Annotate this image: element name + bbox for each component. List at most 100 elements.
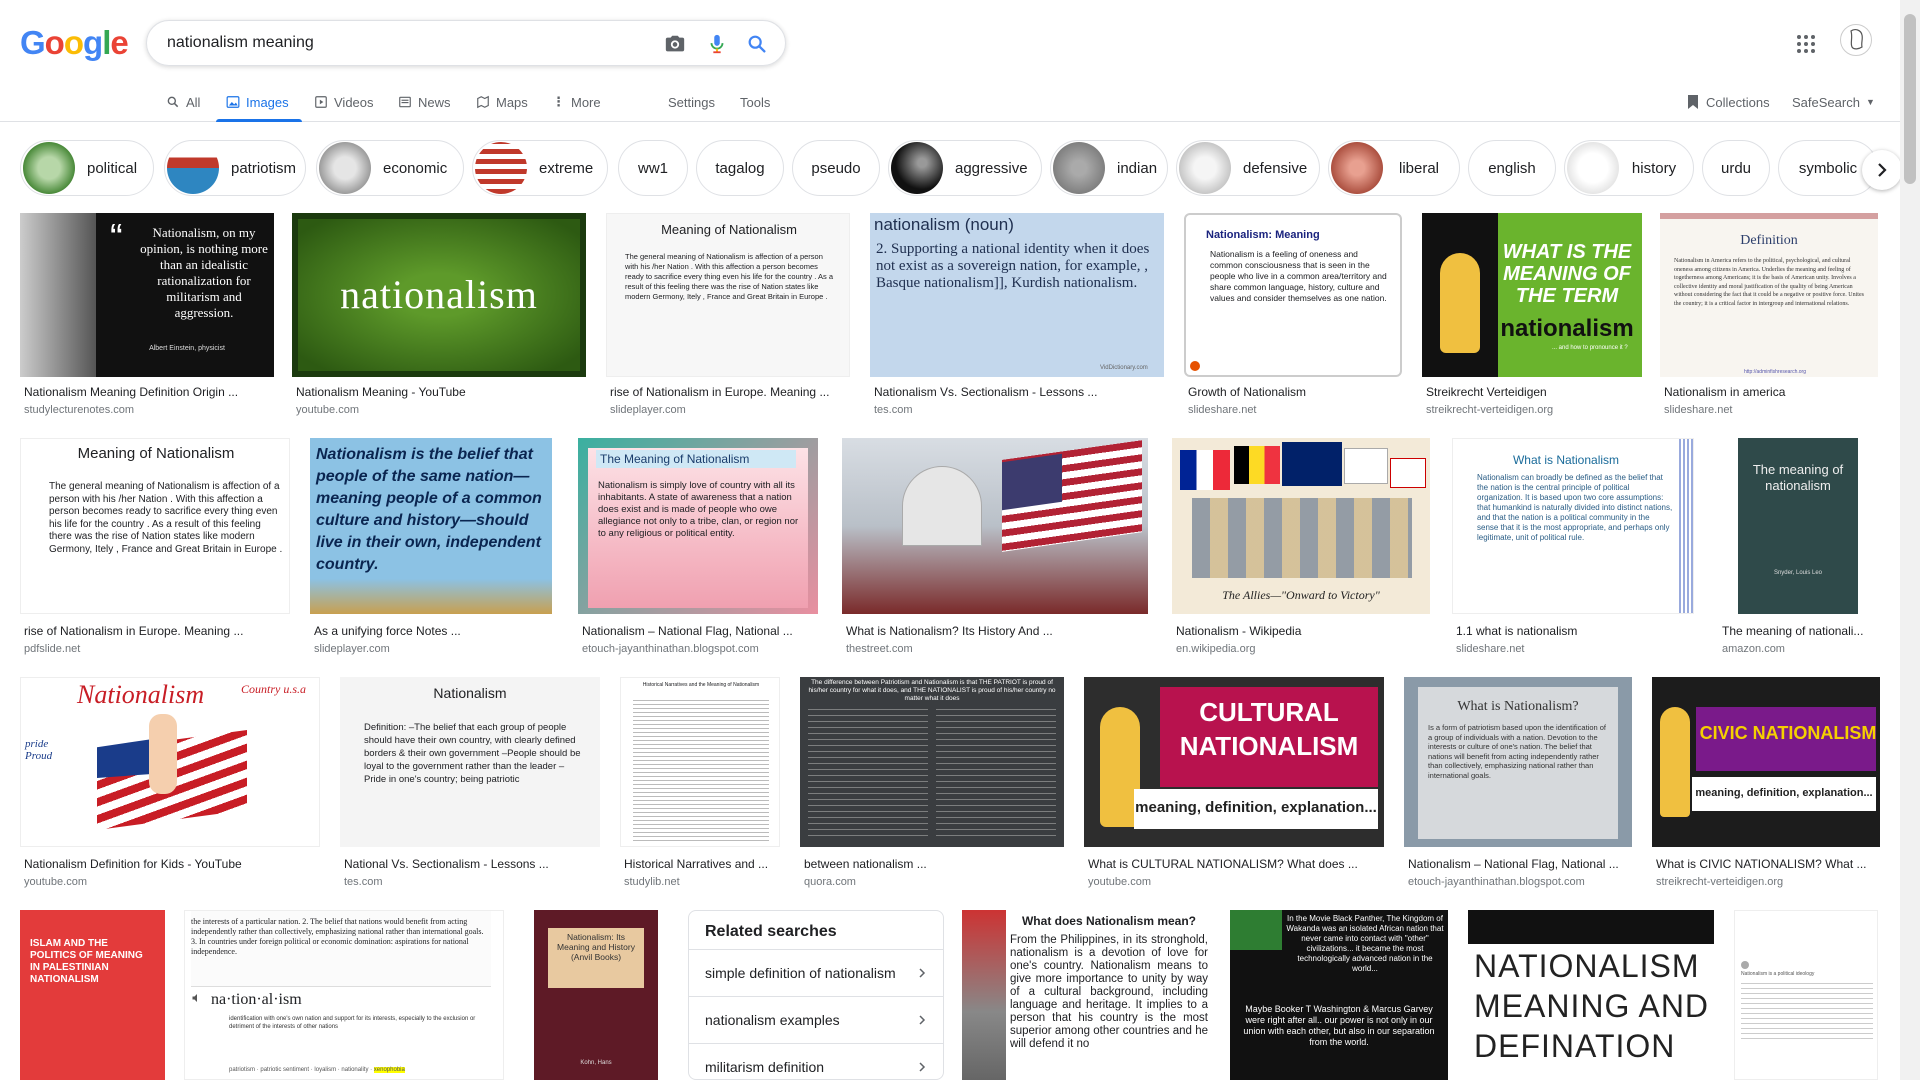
dot-icon [1190,361,1200,371]
result-thumbnail: Meaning of Nationalism The general meani… [606,213,850,377]
result-thumbnail: The meaning of nationalism Snyder, Louis… [1718,438,1878,614]
result-thumbnail: Nationalism: Its Meaning and History (An… [534,910,658,1080]
cartoon-figure [1440,253,1480,353]
image-result[interactable]: What does Nationalism mean? From the Phi… [962,910,1212,1080]
chip-extreme[interactable]: extreme [472,140,608,196]
tools-link[interactable]: Tools [740,90,770,114]
chip-liberal[interactable]: liberal [1328,140,1460,196]
scrollbar-thumb[interactable] [1904,14,1916,184]
chip-urdu[interactable]: urdu [1702,140,1770,196]
image-result[interactable]: The difference between Patriotism and Na… [800,677,1064,893]
image-result[interactable]: WHAT IS THE MEANING OF THE TERM national… [1422,213,1642,423]
result-thumbnail: Nationalism Definition: –The belief that… [340,677,600,847]
related-search-item[interactable]: simple definition of nationalism [689,949,943,996]
apps-grid-icon[interactable] [1794,32,1818,56]
image-result[interactable]: NATIONALISM MEANING AND DEFINATION [1468,910,1714,1080]
chip-thumbnail [475,142,527,194]
chip-aggressive[interactable]: aggressive [888,140,1042,196]
chip-defensive[interactable]: defensive [1176,140,1320,196]
result-thumbnail: Nationalism is the belief that people of… [310,438,552,614]
search-input[interactable] [167,32,627,54]
tab-all[interactable]: All [166,90,200,114]
chip-history[interactable]: history [1564,140,1694,196]
camera-icon[interactable] [663,32,687,56]
image-result[interactable]: Meaning of Nationalism The general meani… [20,438,290,660]
result-thumbnail [842,438,1148,614]
image-result[interactable]: Nationalism Definition: –The belief that… [340,677,600,893]
safesearch-dropdown[interactable]: SafeSearch ▼ [1792,90,1875,114]
chip-pseudo[interactable]: pseudo [792,140,880,196]
search-icon[interactable] [745,32,769,56]
active-tab-indicator [216,119,302,122]
chip-political[interactable]: political [20,140,154,196]
header: Google All Images Videos [0,0,1900,122]
result-thumbnail: The Meaning of Nationalism Nationalism i… [578,438,818,614]
chip-patriotism[interactable]: patriotism [164,140,306,196]
image-result[interactable]: nationalism (noun) 2. Supporting a natio… [870,213,1164,423]
flag-pole-image [962,910,1006,1080]
result-thumbnail: Meaning of Nationalism The general meani… [20,438,290,614]
chip-thumbnail [319,142,371,194]
chip-thumbnail [1053,142,1105,194]
search-tabs: All Images Videos News Maps ⋮ More Setti… [0,82,1900,122]
google-logo[interactable]: Google [20,24,129,62]
image-result[interactable]: CULTURAL NATIONALISM meaning, definition… [1084,677,1384,893]
tab-more[interactable]: ⋮ More [552,90,601,114]
result-thumbnail: Nationalism Country u.s.a pride Proud [20,677,320,847]
chip-thumbnail [23,142,75,194]
image-result[interactable]: Historical Narratives and the Meaning of… [620,677,780,893]
chip-ww1[interactable]: ww1 [618,140,688,196]
tab-videos[interactable]: Videos [314,90,374,114]
image-result[interactable]: Nationalism is a political ideology [1734,910,1878,1080]
quote-mark-icon: “ [110,217,123,259]
chip-english[interactable]: english [1468,140,1556,196]
image-result[interactable]: What is Nationalism Nationalism can broa… [1452,438,1694,660]
chip-economic[interactable]: economic [316,140,464,196]
tab-maps[interactable]: Maps [476,90,528,114]
image-result[interactable]: Nationalism, on my opinion, is nothing m… [20,213,274,423]
image-result[interactable]: Nationalism: Its Meaning and History (An… [534,910,658,1080]
scrollbar[interactable] [1900,0,1920,1080]
image-icon [226,96,240,108]
tab-news[interactable]: News [398,90,451,114]
image-result[interactable]: Nationalism Country u.s.a pride Proud Na… [20,677,320,893]
avatar[interactable] [1840,24,1872,56]
image-result[interactable]: In the Movie Black Panther, The Kingdom … [1230,910,1448,1080]
collections-link[interactable]: Collections [1686,90,1770,114]
news-icon [399,96,411,108]
chip-indian[interactable]: indian [1050,140,1168,196]
related-search-item[interactable]: militarism definition [689,1043,943,1079]
image-result[interactable]: The Allies—"Onward to Victory" Nationali… [1172,438,1430,660]
capitol-dome [902,466,982,546]
related-chips-bar: political patriotism economic extreme ww… [0,136,1902,200]
result-thumbnail: CULTURAL NATIONALISM meaning, definition… [1084,677,1384,847]
result-thumbnail: What is Nationalism? Is a form of patrio… [1404,677,1632,847]
image-result[interactable]: CIVIC NATIONALISM meaning, definition, e… [1652,677,1880,893]
image-result[interactable]: The meaning of nationalism Snyder, Louis… [1718,438,1878,660]
image-result[interactable]: What is Nationalism? Its History And ...… [842,438,1148,660]
related-search-item[interactable]: nationalism examples [689,996,943,1043]
related-searches-panel: Related searches simple definition of na… [688,910,944,1080]
image-result[interactable]: the interests of a particular nation. 2.… [184,910,504,1080]
result-thumbnail: Nationalism is a political ideology [1734,910,1878,1080]
search-icon [167,96,179,108]
result-thumbnail: NATIONALISM MEANING AND DEFINATION [1468,910,1714,1080]
tab-images[interactable]: Images [226,90,289,114]
image-result[interactable]: Definition Nationalism in America refers… [1660,213,1878,423]
image-result[interactable]: Nationalism: Meaning Nationalism is a fe… [1184,213,1402,423]
settings-link[interactable]: Settings [668,90,715,114]
image-result[interactable]: Meaning of Nationalism The general meani… [606,213,850,423]
image-result[interactable]: Nationalism is the belief that people of… [310,438,552,660]
tab-label: News [418,94,451,110]
result-thumbnail: Historical Narratives and the Meaning of… [620,677,780,847]
chevron-right-icon[interactable] [1862,150,1902,190]
tab-label: Maps [496,94,528,110]
image-result[interactable]: What is Nationalism? Is a form of patrio… [1404,677,1632,893]
chip-thumbnail [1179,142,1231,194]
image-result[interactable]: nationalism Nationalism Meaning - YouTub… [292,213,586,423]
image-result[interactable]: The Meaning of Nationalism Nationalism i… [578,438,818,660]
chip-tagalog[interactable]: tagalog [696,140,784,196]
mic-icon[interactable] [705,32,729,56]
image-result[interactable]: ISLAM AND THE POLITICS OF MEANING IN PAL… [20,910,165,1080]
chip-thumbnail [1331,142,1383,194]
